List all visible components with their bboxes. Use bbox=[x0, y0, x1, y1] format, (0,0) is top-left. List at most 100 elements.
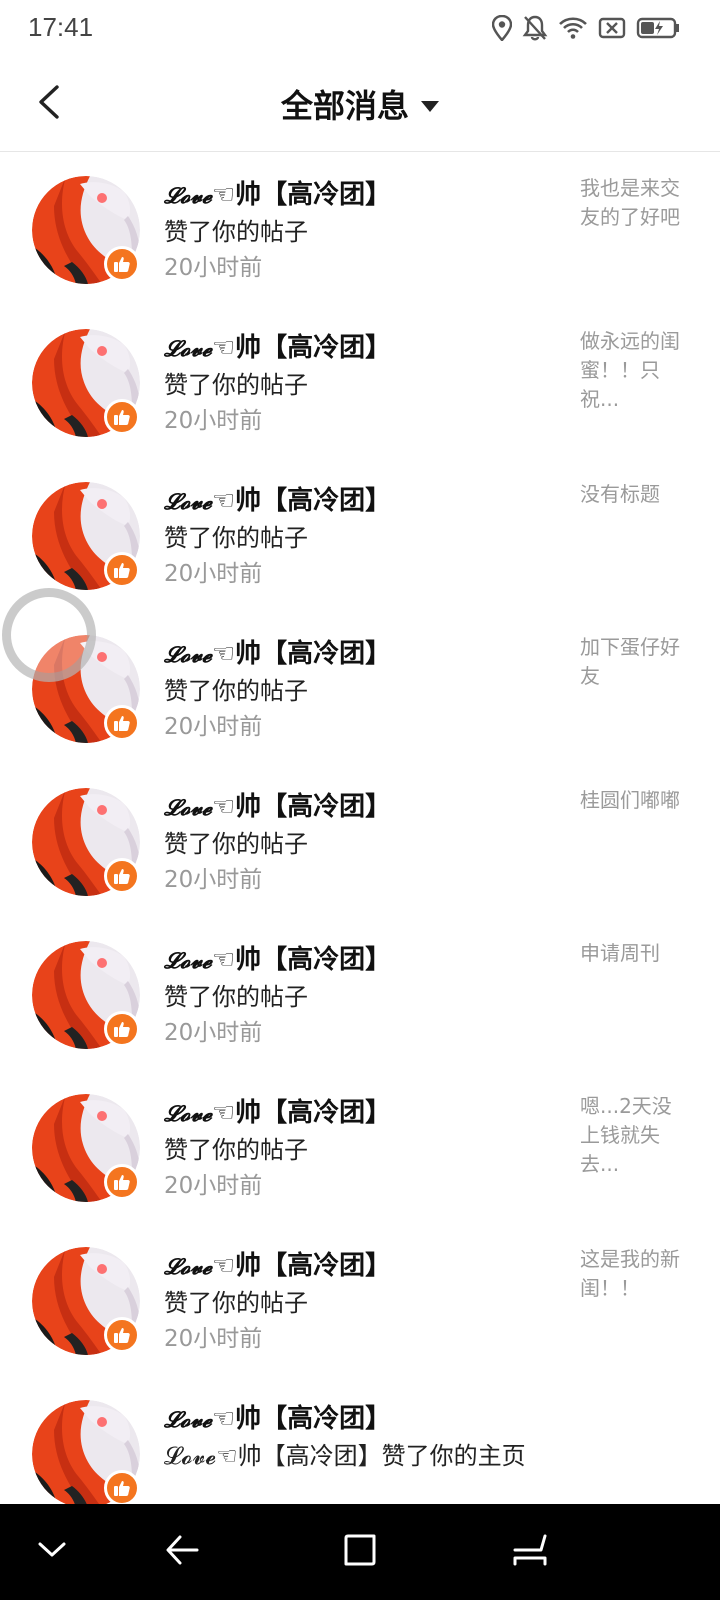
thumbs-up-icon bbox=[104, 552, 140, 588]
message-row[interactable]: 𝓛𝓸𝓿𝓮☜帅【高冷团】赞了你的帖子 20小时前 加下蛋仔好友 bbox=[0, 611, 720, 767]
location-icon bbox=[492, 15, 512, 41]
message-time: 20小时前 bbox=[164, 1020, 263, 1046]
status-time: 17:41 bbox=[28, 12, 94, 42]
message-time: 20小时前 bbox=[164, 1173, 263, 1199]
sender-name[interactable]: 𝓛𝓸𝓿𝓮☜帅【高冷团】 bbox=[164, 786, 391, 823]
avatar-button[interactable] bbox=[32, 788, 140, 896]
post-preview[interactable]: 加下蛋仔好友 bbox=[580, 633, 690, 691]
sender-name[interactable]: 𝓛𝓸𝓿𝓮☜帅【高冷团】 bbox=[164, 1245, 391, 1282]
avatar-button[interactable] bbox=[32, 482, 140, 590]
message-row[interactable]: 𝓛𝓸𝓿𝓮☜帅【高冷团】赞了你的帖子 20小时前 做永远的闺蜜！！只祝... bbox=[0, 305, 720, 461]
message-time: 20小时前 bbox=[164, 714, 263, 740]
message-row[interactable]: 𝓛𝓸𝓿𝓮☜帅【高冷团】赞了你的帖子 20小时前 我也是来交友的了好吧 bbox=[0, 152, 720, 308]
wifi-icon bbox=[558, 16, 588, 40]
post-preview[interactable]: 没有标题 bbox=[580, 480, 690, 509]
thumbs-up-icon bbox=[104, 858, 140, 894]
nav-home-button[interactable] bbox=[330, 1522, 390, 1582]
sender-name-love: 𝓛𝓸𝓿𝓮 bbox=[164, 1254, 212, 1280]
post-preview[interactable]: 做永远的闺蜜！！只祝... bbox=[580, 327, 690, 414]
hide-keyboard-icon bbox=[37, 1540, 67, 1564]
sender-name[interactable]: 𝓛𝓸𝓿𝓮☜帅【高冷团】 bbox=[164, 480, 391, 517]
sender-name[interactable]: 𝓛𝓸𝓿𝓮☜帅【高冷团】 bbox=[164, 1398, 391, 1435]
sender-name-rest: ☜帅【高冷团】 bbox=[211, 792, 392, 822]
post-preview[interactable]: 我也是来交友的了好吧 bbox=[580, 174, 690, 232]
sender-name-rest: ☜帅【高冷团】 bbox=[211, 1098, 392, 1128]
header-bar: 全部消息 bbox=[0, 56, 720, 152]
message-list[interactable]: 𝓛𝓸𝓿𝓮☜帅【高冷团】 赞了你的帖子 20小时前 我也是来交友的了好吧 𝓛𝓸𝓿𝓮☜帅【高… bbox=[0, 152, 720, 1504]
sender-name-love: 𝓛𝓸𝓿𝓮 bbox=[164, 642, 212, 668]
sender-name-rest: ☜帅【高冷团】 bbox=[211, 486, 392, 516]
bell-off-icon bbox=[522, 14, 548, 42]
sender-name[interactable]: 𝓛𝓸𝓿𝓮☜帅【高冷团】 bbox=[164, 939, 391, 976]
sender-name-love: 𝓛𝓸𝓿𝓮 bbox=[164, 183, 212, 209]
sender-name-love: 𝓛𝓸𝓿𝓮 bbox=[164, 1407, 212, 1433]
avatar-button[interactable] bbox=[32, 941, 140, 1049]
avatar-button[interactable] bbox=[32, 329, 140, 437]
sender-name-rest: ☜帅【高冷团】 bbox=[211, 1404, 392, 1434]
thumbs-up-icon bbox=[104, 399, 140, 435]
nav-recents-button[interactable] bbox=[500, 1522, 560, 1582]
no-sim-icon bbox=[598, 17, 626, 39]
sender-name-love: 𝓛𝓸𝓿𝓮 bbox=[164, 948, 212, 974]
caret-down-icon bbox=[421, 100, 439, 112]
message-action: 赞了你的帖子 bbox=[164, 1136, 308, 1164]
message-action: 赞了你的帖子 bbox=[164, 983, 308, 1011]
message-row[interactable]: 𝓛𝓸𝓿𝓮☜帅【高冷团】赞了你的帖子 20小时前 桂圆们嘟嘟 bbox=[0, 764, 720, 920]
thumbs-up-icon bbox=[104, 1164, 140, 1200]
sender-name-rest: ☜帅【高冷团】 bbox=[211, 639, 392, 669]
title-dropdown[interactable]: 全部消息 bbox=[0, 56, 720, 152]
sender-name[interactable]: 𝓛𝓸𝓿𝓮☜帅【高冷团】 bbox=[164, 633, 391, 670]
message-row[interactable]: 𝓛𝓸𝓿𝓮☜帅【高冷团】赞了你的帖子 20小时前 申请周刊 bbox=[0, 917, 720, 1073]
sender-name-rest: ☜帅【高冷团】 bbox=[211, 180, 392, 210]
touch-indicator bbox=[2, 588, 96, 682]
thumbs-up-icon bbox=[104, 1470, 140, 1504]
message-action: 赞了你的帖子 bbox=[164, 524, 308, 552]
sender-name[interactable]: 𝓛𝓸𝓿𝓮☜帅【高冷团】 bbox=[164, 1092, 391, 1129]
status-bar: 17:41 bbox=[0, 0, 720, 56]
page-title: 全部消息 bbox=[280, 87, 409, 125]
sender-name-rest: ☜帅【高冷团】 bbox=[211, 1251, 392, 1281]
sender-name-rest: ☜帅【高冷团】 bbox=[211, 333, 392, 363]
battery-charging-icon bbox=[636, 17, 680, 39]
avatar-button[interactable] bbox=[32, 176, 140, 284]
sender-name-love: 𝓛𝓸𝓿𝓮 bbox=[164, 1101, 212, 1127]
message-action: 赞了你的帖子 bbox=[164, 371, 308, 399]
sender-name-love: 𝓛𝓸𝓿𝓮 bbox=[164, 795, 212, 821]
thumbs-up-icon bbox=[104, 1317, 140, 1353]
message-time: 20小时前 bbox=[164, 561, 263, 587]
home-icon bbox=[342, 1532, 378, 1572]
sender-name[interactable]: 𝓛𝓸𝓿𝓮☜帅【高冷团】 bbox=[164, 327, 391, 364]
post-preview[interactable]: 这是我的新闺！！ bbox=[580, 1245, 690, 1303]
post-preview[interactable]: 嗯...2天没上钱就失去... bbox=[580, 1092, 690, 1179]
hide-keyboard-button[interactable] bbox=[22, 1522, 82, 1582]
message-time: 20小时前 bbox=[164, 255, 263, 281]
message-time: 20小时前 bbox=[164, 1326, 263, 1352]
avatar-button[interactable] bbox=[32, 1094, 140, 1202]
message-row[interactable]: 𝓛𝓸𝓿𝓮☜帅【高冷团】 𝓛𝓸𝓿𝓮☜帅【高冷团】赞了你的主页 bbox=[0, 1376, 720, 1504]
sender-name[interactable]: 𝓛𝓸𝓿𝓮☜帅【高冷团】 bbox=[164, 174, 391, 211]
thumbs-up-icon bbox=[104, 1011, 140, 1047]
navigation-bar bbox=[0, 1504, 720, 1600]
message-action: 赞了你的帖子 bbox=[164, 830, 308, 858]
nav-back-button[interactable] bbox=[152, 1522, 212, 1582]
thumbs-up-icon bbox=[104, 705, 140, 741]
thumbs-up-icon bbox=[104, 246, 140, 282]
avatar-button[interactable] bbox=[32, 1400, 140, 1504]
sender-name-love: 𝓛𝓸𝓿𝓮 bbox=[164, 336, 212, 362]
post-preview[interactable]: 桂圆们嘟嘟 bbox=[580, 786, 690, 815]
avatar-button[interactable] bbox=[32, 1247, 140, 1355]
sender-name-love: 𝓛𝓸𝓿𝓮 bbox=[164, 489, 212, 515]
message-time: 20小时前 bbox=[164, 408, 263, 434]
message-action: 赞了你的帖子 bbox=[164, 218, 308, 246]
recents-icon bbox=[511, 1532, 549, 1572]
message-row[interactable]: 𝓛𝓸𝓿𝓮☜帅【高冷团】赞了你的帖子 20小时前 没有标题 bbox=[0, 458, 720, 614]
message-row[interactable]: 𝓛𝓸𝓿𝓮☜帅【高冷团】赞了你的帖子 20小时前 这是我的新闺！！ bbox=[0, 1223, 720, 1379]
message-time: 20小时前 bbox=[164, 867, 263, 893]
message-action: 赞了你的帖子 bbox=[164, 1289, 308, 1317]
message-action: 𝓛𝓸𝓿𝓮☜帅【高冷团】赞了你的主页 bbox=[164, 1442, 526, 1470]
message-row[interactable]: 𝓛𝓸𝓿𝓮☜帅【高冷团】赞了你的帖子 20小时前 嗯...2天没上钱就失去... bbox=[0, 1070, 720, 1226]
message-action: 赞了你的帖子 bbox=[164, 677, 308, 705]
sender-name-rest: ☜帅【高冷团】 bbox=[211, 945, 392, 975]
back-icon bbox=[164, 1533, 200, 1571]
post-preview[interactable]: 申请周刊 bbox=[580, 939, 690, 968]
